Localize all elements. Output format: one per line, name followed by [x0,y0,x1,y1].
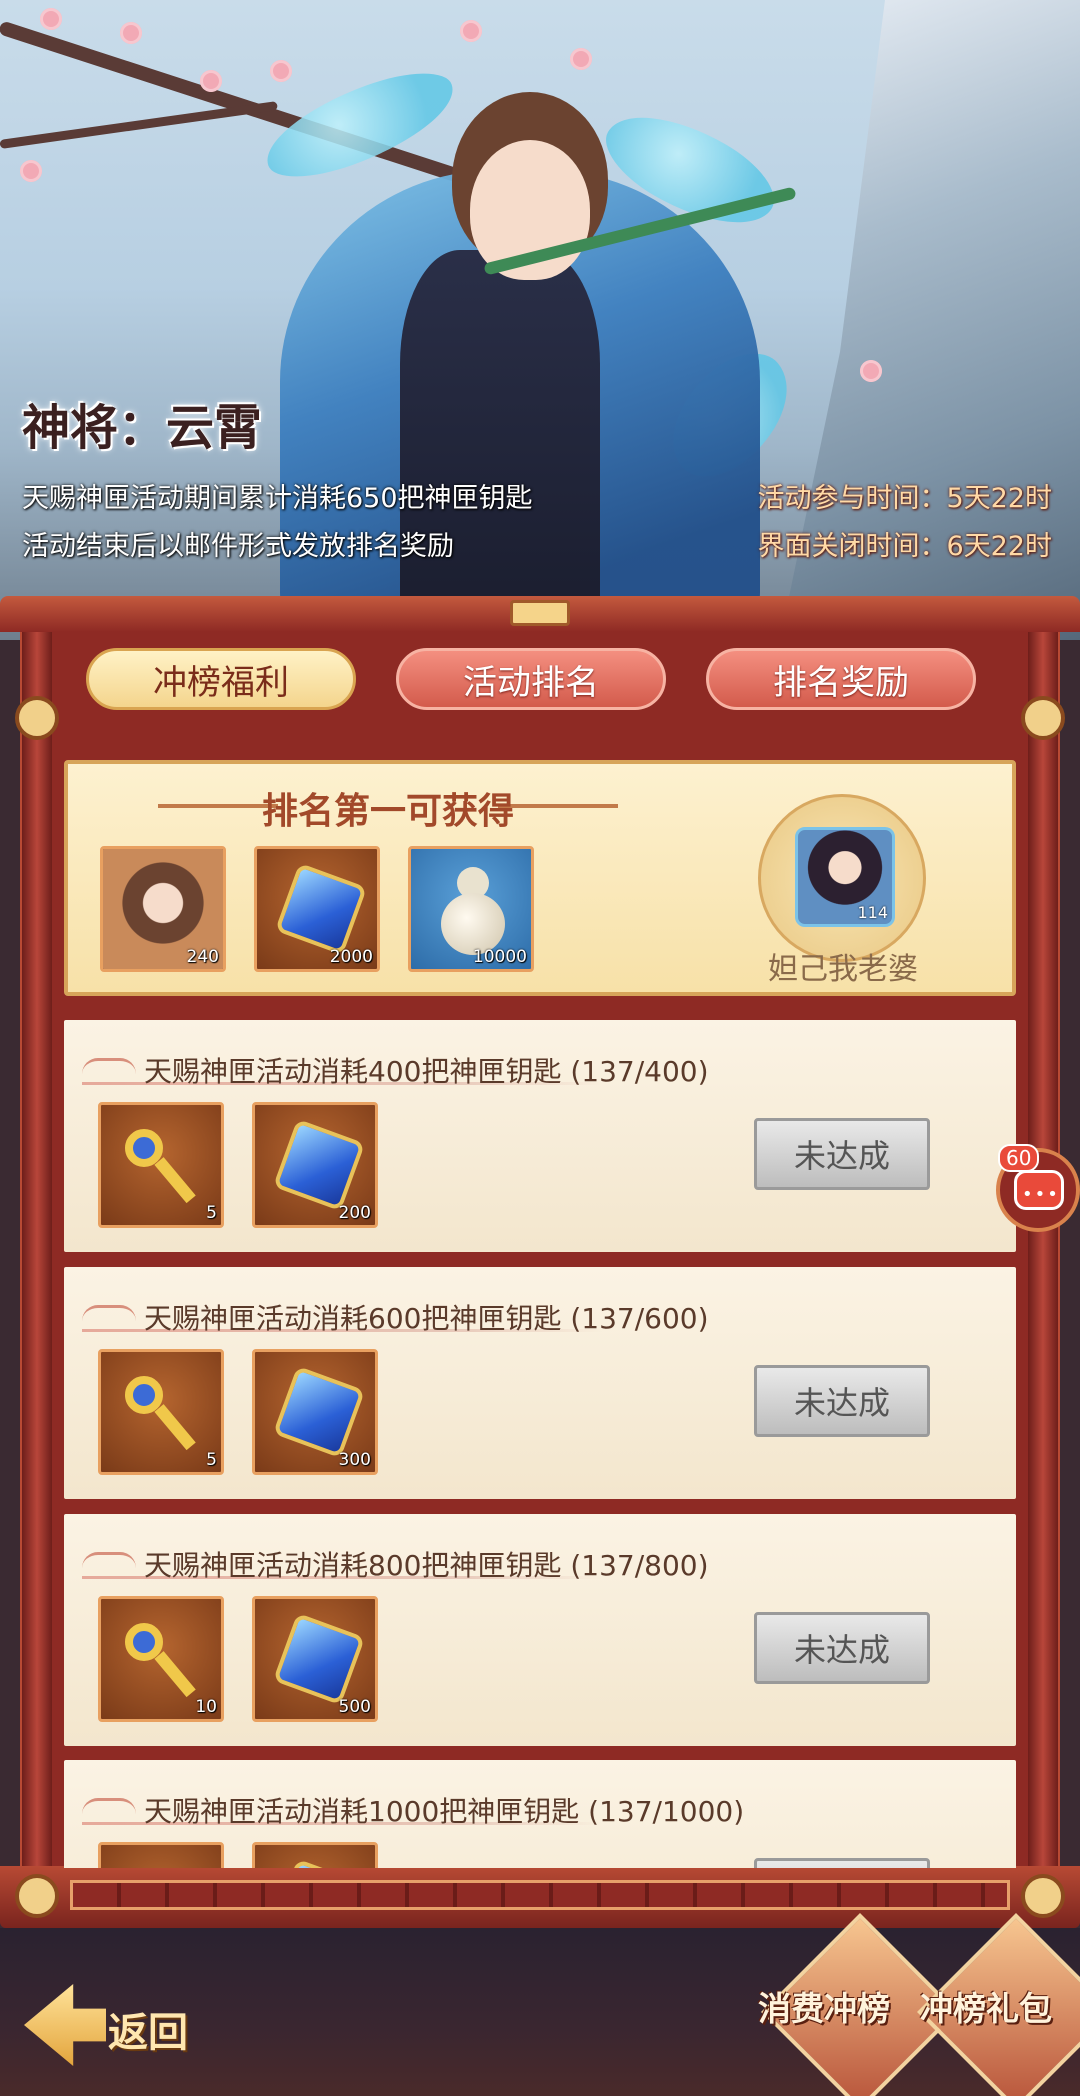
task-title: 天赐神匣活动消耗800把神匣钥匙 (137/800) [144,1549,709,1582]
golden-key-icon [119,1370,205,1456]
item-count: 2000 [329,947,373,967]
tab-rank-benefits[interactable]: 冲榜福利 [86,648,356,710]
participate-time: 活动参与时间：5天22时 [757,483,1052,514]
item-count: 10 [195,1697,217,1717]
reward-item[interactable]: 5 [98,1102,224,1228]
top-player-avatar-frame[interactable]: 114 [758,794,926,962]
blue-gem-icon [274,862,368,956]
reward-item[interactable]: 200 [252,1102,378,1228]
reward-item[interactable] [252,1842,378,1868]
item-count: 300 [338,1450,371,1470]
item-count: 240 [186,947,219,967]
back-arrow-icon [24,1984,106,2066]
claim-button[interactable]: 未达成 [754,1118,930,1190]
reward-item[interactable]: 2000 [254,846,380,972]
reward-note: 活动结束后以邮件形式发放排名奖励 [22,531,454,562]
pillar-cap [1021,1874,1065,1918]
gourd-potion-icon [441,867,505,955]
item-count: 5 [206,1450,217,1470]
golden-key-icon [119,1863,205,1868]
blossom-icon [40,8,62,30]
consume-rank-button[interactable]: 消费冲榜 [758,1982,890,2030]
reward-item[interactable] [98,1842,224,1868]
item-count: 500 [338,1697,371,1717]
task-row: 天赐神匣活动消耗800把神匣钥匙 (137/800) 10 500 未达成 [64,1514,1016,1746]
pillar-cap [15,696,59,740]
reward-item[interactable]: 10000 [408,846,534,972]
panel-grill [70,1880,1010,1910]
tab-bar: 冲榜福利 活动排名 排名奖励 [86,648,986,712]
first-place-title: 排名第一可获得 [261,791,514,832]
panel-ornament [510,600,570,626]
claim-button[interactable] [754,1858,930,1868]
claim-button[interactable]: 未达成 [754,1365,930,1437]
item-count: 200 [338,1203,371,1223]
reward-list[interactable]: 排名第一可获得 240 2000 10000 114 妲己我老婆 天赐神匣活动消… [64,760,1016,1868]
chat-badge: 60 [998,1144,1040,1172]
task-title: 天赐神匣活动消耗400把神匣钥匙 (137/400) [144,1055,709,1088]
reward-item[interactable]: 10 [98,1596,224,1722]
close-time: 界面关闭时间：6天22时 [757,531,1052,562]
blossom-icon [200,70,222,92]
golden-key-icon [119,1123,205,1209]
item-count: 10000 [472,947,527,967]
reward-item[interactable]: 300 [252,1349,378,1475]
chat-button[interactable]: ••• 60 [996,1144,1080,1232]
hero-title: 神将：云霄 [22,400,263,456]
activity-description: 天赐神匣活动期间累计消耗650把神匣钥匙 [22,483,533,514]
tab-activity-ranking[interactable]: 活动排名 [396,648,666,710]
blue-gem-icon [272,1858,366,1868]
blossom-icon [120,22,142,44]
first-place-card: 排名第一可获得 240 2000 10000 114 妲己我老婆 [64,760,1016,996]
panel-pillar-right [1028,632,1058,1902]
swirl-ornament [82,1798,136,1814]
back-label: 返回 [108,2010,188,2056]
tab-ranking-rewards[interactable]: 排名奖励 [706,648,976,710]
avatar: 114 [795,827,895,927]
task-row: 天赐神匣活动消耗1000把神匣钥匙 (137/1000) [64,1760,1016,1868]
reward-item[interactable]: 240 [100,846,226,972]
blue-gem-icon [272,1612,366,1706]
task-title: 天赐神匣活动消耗1000把神匣钥匙 (137/1000) [144,1795,745,1828]
reward-item[interactable]: 5 [98,1349,224,1475]
chat-dots: ••• [1022,1184,1060,1205]
blossom-icon [20,160,42,182]
golden-key-icon [119,1617,205,1703]
claim-button[interactable]: 未达成 [754,1612,930,1684]
task-row: 天赐神匣活动消耗400把神匣钥匙 (137/400) 5 200 未达成 [64,1020,1016,1252]
cherry-branch [0,101,278,149]
task-row: 天赐神匣活动消耗600把神匣钥匙 (137/600) 5 300 未达成 [64,1267,1016,1499]
swirl-ornament [82,1058,136,1074]
rank-gift-button[interactable]: 冲榜礼包 [920,1982,1052,2030]
panel-pillar-left [22,632,52,1902]
pillar-cap [1021,696,1065,740]
swirl-ornament [82,1305,136,1321]
item-count: 5 [206,1203,217,1223]
player-level: 114 [857,903,888,922]
reward-item[interactable]: 500 [252,1596,378,1722]
blue-gem-icon [272,1118,366,1212]
blue-gem-icon [272,1365,366,1459]
top-player-name: 妲己我老婆 [768,952,918,987]
blossom-icon [860,360,882,382]
pillar-cap [15,1874,59,1918]
back-button[interactable]: 返回 [24,1980,224,2070]
task-title: 天赐神匣活动消耗600把神匣钥匙 (137/600) [144,1302,709,1335]
swirl-ornament [82,1552,136,1568]
